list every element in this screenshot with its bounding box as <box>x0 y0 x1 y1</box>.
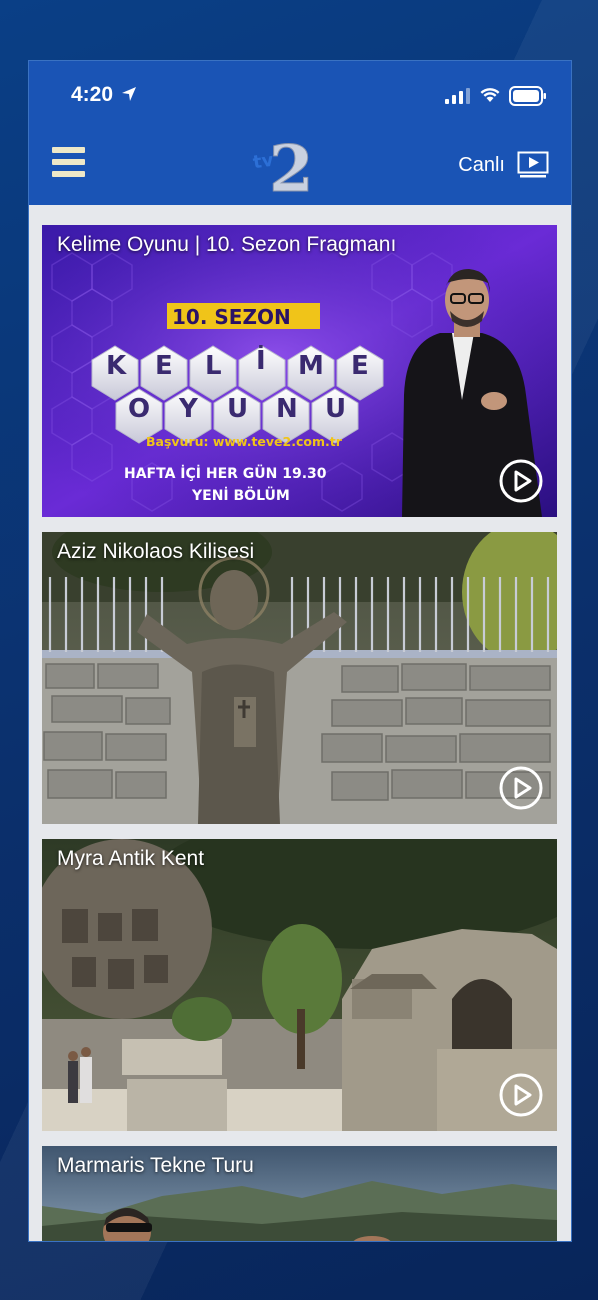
status-time: 4:20 <box>71 83 114 106</box>
video-card-title: Aziz Nikolaos Kilisesi <box>57 540 255 563</box>
promo-letter: K <box>106 351 127 381</box>
video-card[interactable]: Myra Antik Kent <box>42 839 557 1131</box>
promo-letter: Y <box>179 394 198 424</box>
play-icon[interactable] <box>499 459 543 503</box>
promo-letter: E <box>155 351 173 381</box>
video-card-title: Marmaris Tekne Turu <box>57 1154 254 1177</box>
promo-new-episode-text: YENİ BÖLÜM <box>192 488 290 504</box>
video-card-title: Myra Antik Kent <box>57 847 205 870</box>
menu-line-icon <box>52 171 85 177</box>
promo-letter: U <box>227 394 249 424</box>
svg-text:2: 2 <box>269 132 314 195</box>
live-stream-button[interactable]: Canlı <box>458 151 549 179</box>
promo-letter: E <box>351 351 369 381</box>
live-tv-play-icon <box>517 151 549 178</box>
live-label: Canlı <box>458 153 505 176</box>
wifi-icon <box>480 88 500 102</box>
app-screen: 4:20 2 tv Canlı 10. SEZON K E L İ M E O … <box>28 60 572 1242</box>
hamburger-menu-button[interactable] <box>52 147 86 181</box>
menu-line-icon <box>52 147 85 153</box>
play-icon[interactable] <box>499 766 543 810</box>
svg-text:tv: tv <box>252 150 275 174</box>
cellular-signal-icon <box>445 88 470 104</box>
menu-line-icon <box>52 159 85 165</box>
app-header: 4:20 2 tv Canlı <box>29 61 571 205</box>
promo-letter: M <box>298 351 324 381</box>
promo-letter: O <box>128 394 151 424</box>
video-card-title: Kelime Oyunu | 10. Sezon Fragmanı <box>57 233 397 256</box>
promo-letter: N <box>276 394 298 424</box>
status-bar: 4:20 <box>29 61 571 131</box>
location-arrow-icon <box>122 87 136 101</box>
video-card[interactable]: 10. SEZON K E L İ M E O Y U N U Başvuru:… <box>42 225 557 517</box>
video-card[interactable]: Marmaris Tekne Turu <box>42 1146 557 1241</box>
promo-letter: İ <box>256 346 266 376</box>
promo-letter: U <box>325 394 347 424</box>
promo-schedule-text: HAFTA İÇİ HER GÜN 19.30 <box>124 466 327 482</box>
video-thumbnail <box>42 839 557 1131</box>
play-icon[interactable] <box>499 1073 543 1117</box>
promo-letter: L <box>205 351 222 381</box>
video-card[interactable]: Aziz Nikolaos Kilisesi <box>42 532 557 824</box>
promo-apply-text: Başvuru: www.teve2.com.tr <box>146 434 342 449</box>
promo-season-label: 10. SEZON <box>172 305 291 329</box>
battery-icon <box>509 86 546 106</box>
teve2-logo[interactable]: 2 tv <box>247 131 321 196</box>
video-thumbnail <box>42 532 557 824</box>
